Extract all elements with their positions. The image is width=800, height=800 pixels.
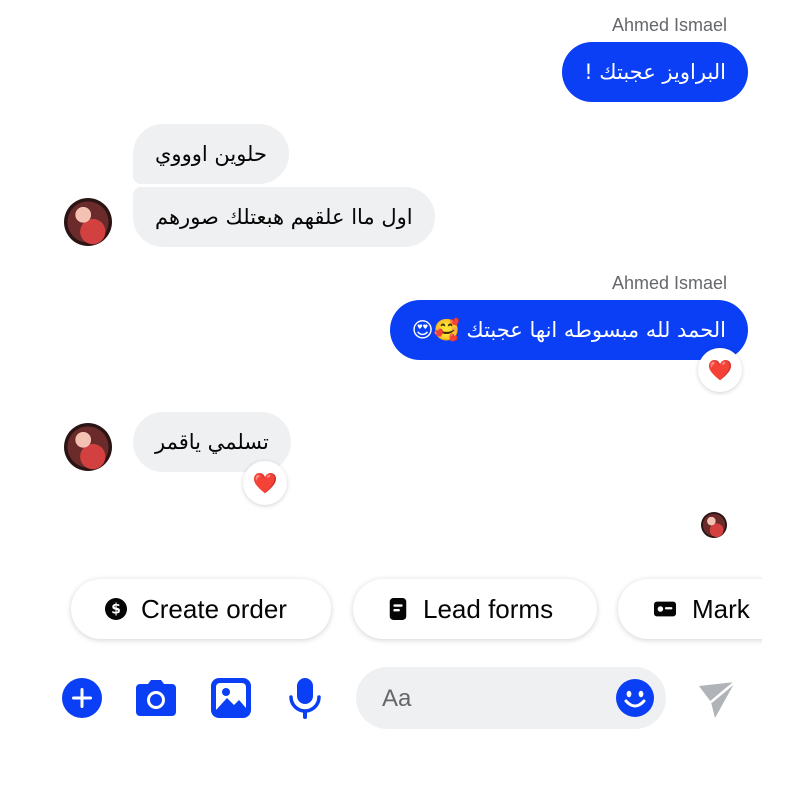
lead-forms-button[interactable]: Lead forms [353,579,597,639]
message-input-placeholder: Aa [382,685,412,712]
heart-reaction[interactable]: ❤️ [243,461,287,505]
contact-avatar[interactable] [64,423,112,471]
outgoing-message-bubble[interactable]: البراويز عجبتك ! [562,42,748,102]
create-order-button[interactable]: $ Create order [71,579,331,639]
svg-text:$: $ [111,602,121,618]
sender-name: Ahmed Ismael [611,15,727,35]
emoji-icon[interactable] [616,679,654,717]
lead-forms-label: Lead forms [423,593,554,624]
mark-label: Mark [692,593,750,624]
form-document-icon [389,598,407,620]
sender-name: Ahmed Ismael [611,273,727,293]
heart-reaction[interactable]: ❤️ [698,348,742,392]
seen-avatar [701,512,727,538]
heart-icon: ❤️ [252,471,278,495]
plus-icon[interactable] [62,678,102,718]
camera-icon[interactable] [136,680,176,716]
heart-icon: ❤️ [707,358,733,382]
microphone-icon[interactable] [289,678,321,720]
dollar-circle-icon: $ [105,598,127,620]
scroll-fade [762,570,800,650]
create-order-label: Create order [141,593,287,624]
send-icon[interactable] [697,680,737,720]
contact-avatar[interactable] [64,198,112,246]
incoming-message-bubble[interactable]: حلوين اوووي [133,124,289,184]
image-icon[interactable] [211,678,251,718]
incoming-message-bubble[interactable]: اول ماا علقهم هبعتلك صورهم [133,187,435,247]
label-card-icon [654,601,676,617]
outgoing-message-bubble[interactable]: الحمد لله مبسوطه انها عجبتك 🥰😍 [389,300,748,360]
message-input[interactable]: Aa [356,667,666,729]
